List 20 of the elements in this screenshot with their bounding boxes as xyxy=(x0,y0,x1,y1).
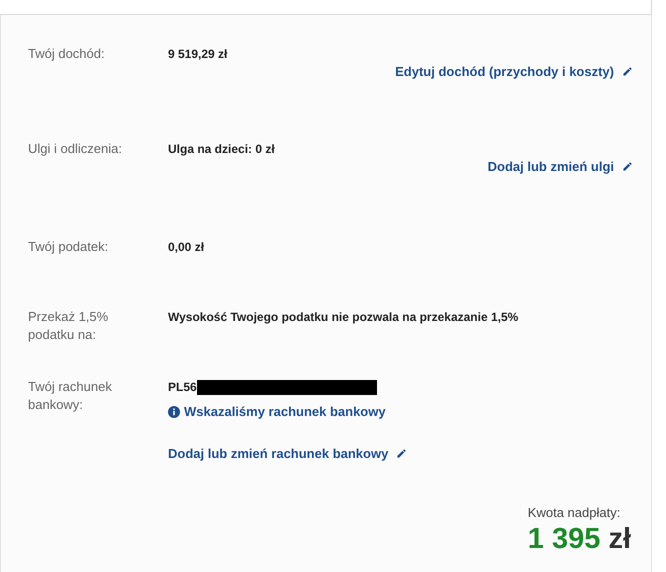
edit-link[interactable]: Dodaj lub zmień ulgi xyxy=(488,156,633,176)
info-link[interactable]: Wskazaliśmy rachunek bankowy xyxy=(184,402,386,422)
overpayment-amount: 1 395 zł xyxy=(528,522,631,554)
field-value: Wysokość Twojego podatku nie pozwala na przekazanie 1,5% xyxy=(168,309,518,326)
pencil-icon xyxy=(396,448,408,459)
field-value: 0,00 zł xyxy=(168,239,204,256)
info-icon xyxy=(168,406,180,418)
field-value: PL56 xyxy=(168,379,197,396)
edit-link[interactable]: Edytuj dochód (przychody i koszty) xyxy=(395,62,633,82)
field-label: Twój podatek: xyxy=(28,238,110,256)
field-value: Ulga na dzieci: 0 zł xyxy=(168,140,275,158)
field-label: Twój dochód: xyxy=(28,45,106,63)
overpayment-label: Kwota nadpłaty: xyxy=(528,504,620,522)
field-label: Przekaż 1,5% podatku na: xyxy=(28,308,110,344)
edit-link[interactable]: Dodaj lub zmień rachunek bankowy xyxy=(168,444,408,463)
pencil-icon xyxy=(622,66,633,78)
field-label: Ulgi i odliczenia: xyxy=(28,140,123,158)
pencil-icon xyxy=(622,160,633,172)
field-label: Twój rachunek bankowy: xyxy=(28,378,113,414)
field-value: 9 519,29 zł xyxy=(168,46,228,63)
